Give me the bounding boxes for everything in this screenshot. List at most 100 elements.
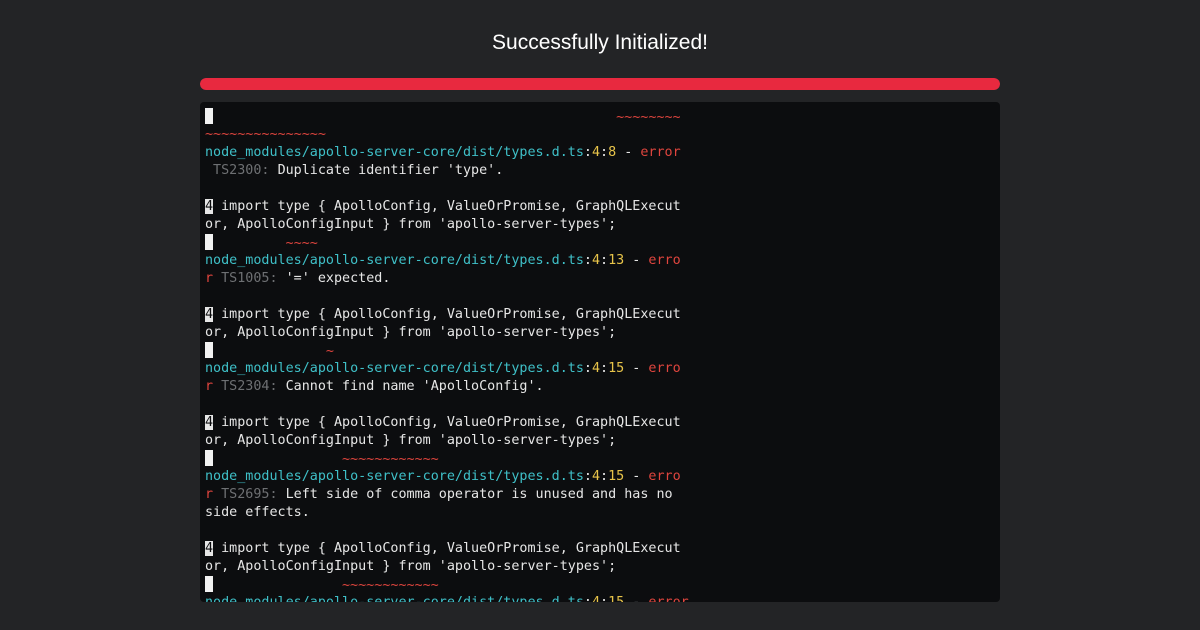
error-code: TS2300: [205, 163, 278, 178]
line-number: 4 [205, 307, 214, 322]
terminal-text: or, ApolloConfigInput } from 'apollo-ser… [205, 433, 617, 448]
terminal-line: r TS1005: '=' expected. [205, 270, 1000, 288]
terminal-line: 4 import type { ApolloConfig, ValueOrPro… [205, 306, 1000, 324]
terminal-line: node_modules/apollo-server-core/dist/typ… [205, 594, 1000, 602]
line-number: 4 [205, 415, 214, 430]
error-text: ~ [213, 344, 334, 359]
file-path: node_modules/apollo-server-core/dist/typ… [205, 595, 584, 602]
line-col: 8 [608, 145, 617, 160]
error-text: error [648, 595, 688, 602]
error-text: erro [648, 253, 681, 268]
gutter-block [205, 234, 213, 250]
terminal-text: side effects. [205, 505, 310, 520]
terminal-line: or, ApolloConfigInput } from 'apollo-ser… [205, 216, 1000, 234]
line-col: 4 [592, 595, 600, 602]
terminal-line: r TS2304: Cannot find name 'ApolloConfig… [205, 378, 1000, 396]
terminal-text: : [600, 595, 608, 602]
terminal-lines: ~~~~~~~~ ~~~~~~~~~~~~~~~ node_modules/apol… [205, 108, 1000, 602]
terminal-line: or, ApolloConfigInput } from 'apollo-ser… [205, 324, 1000, 342]
terminal-line: ~ [205, 342, 1000, 360]
line-col: 4 [591, 361, 601, 376]
terminal-text: - [624, 469, 649, 484]
terminal-line: or, ApolloConfigInput } from 'apollo-ser… [205, 558, 1000, 576]
terminal-line: r TS2695: Left side of comma operator is… [205, 486, 1000, 504]
terminal-text: import type { ApolloConfig, ValueOrPromi… [213, 415, 681, 430]
line-col: 15 [608, 361, 625, 376]
terminal-text: import type { ApolloConfig, ValueOrPromi… [213, 307, 681, 322]
line-col: 4 [591, 253, 601, 268]
error-text: r [205, 487, 214, 502]
terminal-text: Duplicate identifier 'type'. [277, 163, 504, 178]
terminal-text: : [583, 361, 592, 376]
error-text: erro [648, 361, 681, 376]
terminal-text: : [600, 253, 609, 268]
terminal-line: node_modules/apollo-server-core/dist/typ… [205, 360, 1000, 378]
page-title: Successfully Initialized! [492, 31, 708, 54]
terminal-line: 4 import type { ApolloConfig, ValueOrPro… [205, 198, 1000, 216]
terminal-text: : [600, 145, 609, 160]
error-text: erro [648, 469, 681, 484]
line-number: 4 [205, 199, 214, 214]
terminal-text: Left side of comma operator is unused an… [285, 487, 673, 502]
line-number: 4 [205, 541, 214, 556]
terminal-text: Cannot find name 'ApolloConfig'. [285, 379, 544, 394]
gutter-block [205, 342, 213, 358]
terminal-text: - [624, 253, 649, 268]
terminal-line: or, ApolloConfigInput } from 'apollo-ser… [205, 432, 1000, 450]
terminal-line: 4 import type { ApolloConfig, ValueOrPro… [205, 540, 1000, 558]
terminal-line: side effects. [205, 504, 1000, 522]
gutter-block [205, 450, 213, 466]
line-col: 15 [608, 595, 624, 602]
error-code: TS1005: [213, 271, 286, 286]
terminal-text: or, ApolloConfigInput } from 'apollo-ser… [205, 325, 617, 340]
gutter-block [205, 108, 213, 124]
terminal-line: ~~~~~~~~~~~~~~~ [205, 126, 1000, 144]
terminal-line: node_modules/apollo-server-core/dist/typ… [205, 252, 1000, 270]
terminal-line: node_modules/apollo-server-core/dist/typ… [205, 144, 1000, 162]
terminal-text: : [583, 253, 592, 268]
terminal-text: : [583, 145, 592, 160]
error-text: ~~~~~~~~ [213, 110, 681, 125]
line-col: 15 [608, 469, 625, 484]
error-text: ~~~~~~~~~~~~ [213, 578, 439, 593]
terminal-text: : [584, 595, 592, 602]
error-text: r [205, 271, 214, 286]
terminal-text: : [600, 361, 609, 376]
file-path: node_modules/apollo-server-core/dist/typ… [205, 253, 584, 268]
error-text: ~~~~~~~~~~~~~~~ [205, 127, 326, 142]
terminal-output[interactable]: ~~~~~~~~ ~~~~~~~~~~~~~~~ node_modules/apol… [200, 102, 1000, 602]
terminal-line: 4 import type { ApolloConfig, ValueOrPro… [205, 414, 1000, 432]
file-path: node_modules/apollo-server-core/dist/typ… [205, 469, 584, 484]
terminal-line: TS2300: Duplicate identifier 'type'. [205, 162, 1000, 180]
terminal-text: : [600, 469, 609, 484]
terminal-line: ~~~~ [205, 234, 1000, 252]
terminal-text: '=' expected. [285, 271, 391, 286]
error-text: ~~~~~~~~~~~~ [213, 452, 439, 467]
terminal-text: - [624, 595, 648, 602]
gutter-block [205, 576, 213, 592]
error-text: r [205, 379, 214, 394]
terminal-text: or, ApolloConfigInput } from 'apollo-ser… [205, 559, 617, 574]
error-code: TS2304: [213, 379, 286, 394]
terminal-line: node_modules/apollo-server-core/dist/typ… [205, 468, 1000, 486]
file-path: node_modules/apollo-server-core/dist/typ… [205, 361, 584, 376]
terminal-text: import type { ApolloConfig, ValueOrPromi… [213, 199, 681, 214]
progress-bar [200, 78, 1000, 90]
terminal-text: import type { ApolloConfig, ValueOrPromi… [213, 541, 681, 556]
terminal-line: ~~~~~~~~~~~~ [205, 576, 1000, 594]
error-text: ~~~~ [213, 236, 318, 251]
terminal-line: ~~~~~~~~~~~~ [205, 450, 1000, 468]
file-path: node_modules/apollo-server-core/dist/typ… [205, 145, 584, 160]
error-text: error [640, 145, 681, 160]
terminal-text: or, ApolloConfigInput } from 'apollo-ser… [205, 217, 617, 232]
terminal-line: ~~~~~~~~ [205, 108, 1000, 126]
progress-bar-fill [200, 78, 1000, 90]
error-code: TS2695: [213, 487, 286, 502]
terminal-text: : [583, 469, 592, 484]
terminal-text: - [624, 361, 649, 376]
line-col: 13 [608, 253, 625, 268]
